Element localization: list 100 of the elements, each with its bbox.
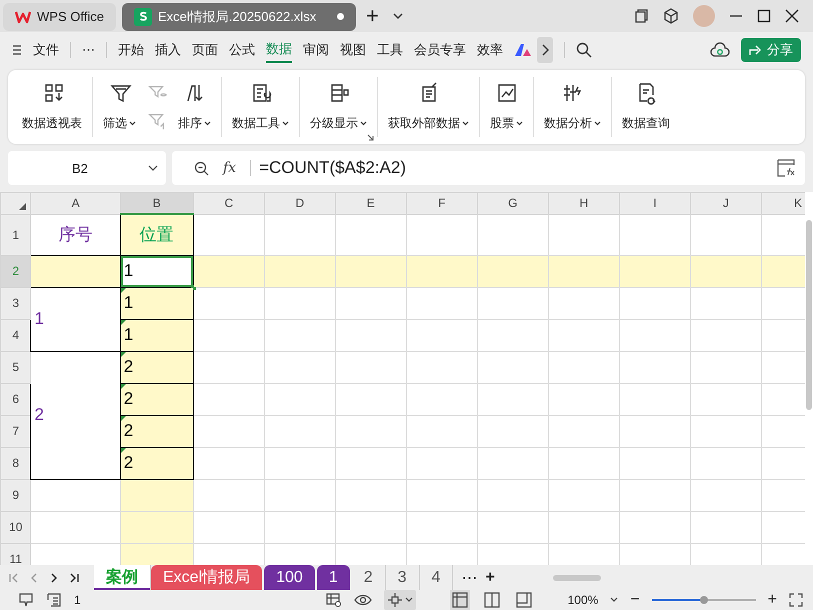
normal-view-button[interactable] [450,590,470,610]
table-cell: 2 [120,383,194,415]
new-tab-button[interactable]: + [366,2,379,29]
function-button[interactable]: fx [223,160,236,176]
cloud-sync-icon[interactable] [710,42,730,58]
row-header[interactable]: 3 [0,287,31,319]
column-header[interactable]: F [406,192,478,214]
row-header[interactable]: 11 [0,543,31,565]
cube-icon[interactable] [663,8,679,24]
ribbon-button[interactable]: 数据查询 [622,81,670,132]
name-box[interactable]: B2 [8,151,166,185]
column-header[interactable]: B [120,192,194,214]
chevron-down-icon[interactable] [392,12,403,20]
tab-title: WPS Office [37,9,104,24]
zoom-in-button[interactable]: + [768,591,777,609]
zoom-out-button[interactable]: − [630,591,640,609]
ribbon-button[interactable]: 数据透视表 [22,81,82,132]
column-header[interactable]: E [335,192,406,214]
select-all-icon[interactable] [19,202,26,210]
row-header[interactable]: 4 [0,319,31,351]
column-header[interactable]: D [264,192,336,214]
list-icon[interactable] [46,592,62,608]
column-header[interactable]: C [193,192,264,214]
sheet-tab[interactable]: 1 [316,565,350,590]
share-icon [749,44,763,56]
sheet-tab[interactable]: Excel情报局 [151,565,262,590]
more-button[interactable]: ⋯ [82,36,95,63]
grid-icon [452,592,468,608]
menu-tab[interactable]: 效率 [477,36,503,63]
search-icon[interactable] [576,42,592,58]
menu-tab[interactable]: 插入 [155,36,181,63]
menu-icon[interactable] [12,44,22,56]
sheet-tab[interactable]: 100 [264,565,315,590]
column-header[interactable]: I [619,192,690,214]
ribbon-button[interactable]: 获取外部数据 [388,81,469,132]
dialog-launcher-icon[interactable] [367,134,374,142]
table-cell: 1 [30,287,120,351]
table-cell: 1 [120,287,194,319]
ribbon-button[interactable]: 分级显示 [310,81,367,132]
page-break-button[interactable] [514,590,534,610]
scroll-right-button[interactable] [537,36,553,63]
crosshair-icon [386,592,403,608]
page-icon [516,592,532,608]
formula-expand-icon[interactable] [777,159,795,178]
last-sheet-icon[interactable] [68,572,80,584]
chevron-down-icon [404,597,413,603]
share-button[interactable]: 分享 [741,38,801,62]
row-header[interactable]: 1 [0,214,31,255]
row-header[interactable]: 6 [0,383,31,415]
ribbon-button[interactable]: 筛选 [103,81,136,132]
table-cell: 1 [120,255,194,287]
ribbon-button[interactable]: 股票 [490,81,523,132]
window-icon[interactable] [633,8,649,24]
menu-tab[interactable]: 会员专享 [414,36,466,63]
chevron-right-icon [541,44,549,56]
focus-mode-button[interactable] [384,590,416,610]
page-layout-button[interactable] [482,590,502,610]
eye-icon[interactable] [354,593,372,607]
row-header[interactable]: 7 [0,415,31,447]
table-cell: 2 [120,415,194,447]
table-cell: 位置 [120,214,194,255]
fullscreen-icon[interactable] [789,593,803,607]
menu-tab[interactable]: 工具 [377,36,403,63]
document-tab[interactable]: WPS Office [3,2,116,31]
formula-bar[interactable]: fx =COUNT($A$2:A2) [172,151,805,185]
column-header[interactable]: G [477,192,548,214]
zoom-out-icon[interactable] [194,160,209,176]
maximize-icon[interactable] [757,8,771,23]
row-header[interactable]: 10 [0,511,31,543]
menu-tab[interactable]: 页面 [192,36,218,63]
document-tab[interactable]: Excel情报局.20250622.xlsx [122,2,356,31]
ai-logo-icon[interactable] [514,42,532,57]
table-settings-icon[interactable] [326,592,342,608]
column-header[interactable]: K [761,192,805,214]
close-icon[interactable] [785,8,799,23]
formula-text: =COUNT($A$2:A2) [259,158,406,178]
column-header[interactable]: H [548,192,620,214]
columns-icon [484,592,500,608]
column-header[interactable]: J [690,192,762,214]
menu-tab[interactable]: 视图 [340,36,366,63]
menu-tab[interactable]: 开始 [118,36,144,63]
menu-tab[interactable]: 审阅 [303,36,329,63]
menu-tab[interactable]: 数据 [266,36,292,63]
menu-tab[interactable]: 公式 [229,36,255,63]
table-cell: 2 [120,351,194,383]
row-header[interactable]: 9 [0,479,31,511]
ribbon-button[interactable]: 数据分析 [544,81,601,132]
table-cell: 1 [120,319,194,351]
chevron-down-icon [148,164,158,172]
tab-title: Excel情报局.20250622.xlsx [158,8,318,26]
ribbon-button[interactable]: 数据工具 [232,81,289,132]
chevron-down-icon [610,597,618,603]
row-header[interactable]: 5 [0,351,31,383]
zoom-dropdown[interactable]: 100% [568,593,618,607]
column-header[interactable]: A [30,192,120,214]
row-header[interactable]: 8 [0,447,31,479]
more-sheets-button[interactable]: ⋯ [461,568,478,588]
file-menu[interactable]: 文件 [33,36,59,63]
ribbon-button[interactable]: 排序 [178,81,211,132]
add-sheet-button[interactable]: + [485,568,495,586]
